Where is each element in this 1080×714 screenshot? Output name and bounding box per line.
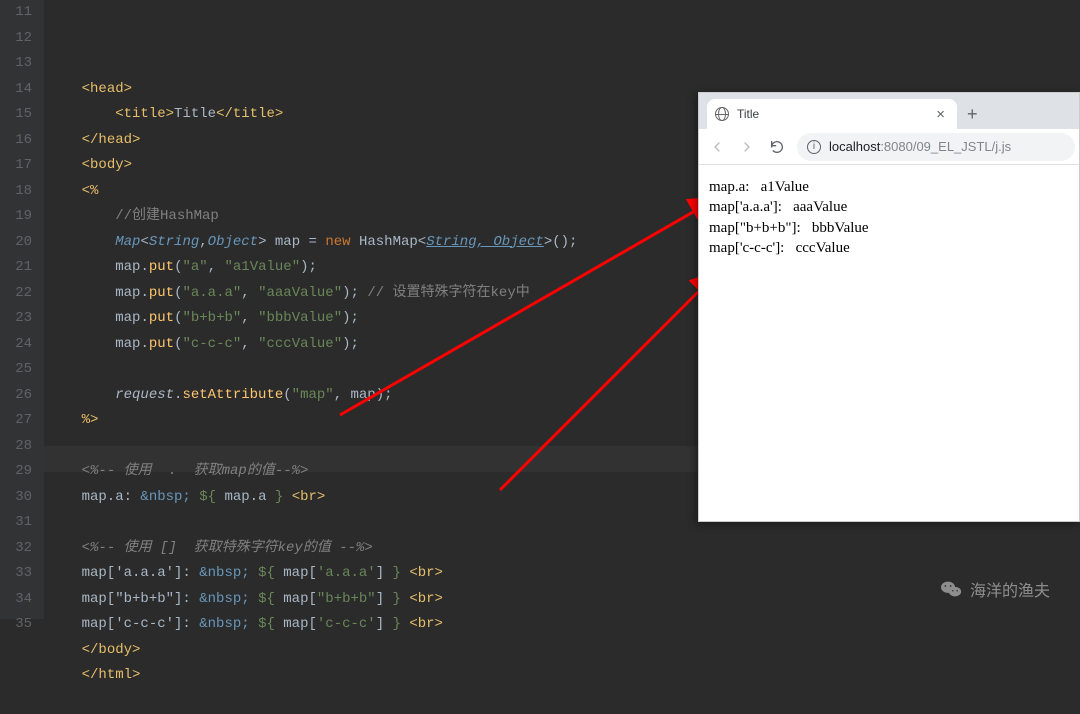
new-tab-button[interactable]: +: [957, 104, 988, 125]
code-line[interactable]: [48, 689, 1080, 714]
watermark: 海洋的渔夫: [941, 577, 1050, 601]
line-number: 11: [8, 0, 32, 26]
watermark-text: 海洋的渔夫: [970, 577, 1050, 601]
line-number: 25: [8, 357, 32, 383]
line-number: 13: [8, 51, 32, 77]
browser-content: map.a: a1Valuemap['a.a.a']: aaaValuemap[…: [699, 165, 1079, 270]
url-host: localhost: [829, 139, 880, 154]
line-number: 35: [8, 612, 32, 638]
tab-title: Title: [737, 107, 932, 121]
line-number: 17: [8, 153, 32, 179]
code-line[interactable]: map['a.a.a']: &nbsp; ${ map['a.a.a'] } <…: [48, 561, 1080, 587]
output-line: map['a.a.a']: aaaValue: [709, 197, 1069, 217]
browser-tab-strip: Title × +: [699, 93, 1079, 129]
url-path: :8080/09_EL_JSTL/j.js: [880, 139, 1011, 154]
line-number: 31: [8, 510, 32, 536]
line-number: 30: [8, 485, 32, 511]
browser-toolbar: i localhost:8080/09_EL_JSTL/j.js: [699, 129, 1079, 165]
line-number: 22: [8, 281, 32, 307]
line-number-gutter: 1112131415161718192021222324252627282930…: [0, 0, 44, 619]
line-number: 21: [8, 255, 32, 281]
code-line[interactable]: map["b+b+b"]: &nbsp; ${ map["b+b+b"] } <…: [48, 587, 1080, 613]
reload-button[interactable]: [763, 133, 791, 161]
line-number: 28: [8, 434, 32, 460]
forward-button[interactable]: [733, 133, 761, 161]
line-number: 19: [8, 204, 32, 230]
line-number: 18: [8, 179, 32, 205]
browser-window: Title × + i localhost:8080/09_EL_JSTL/j.…: [698, 92, 1080, 522]
output-line: map["b+b+b"]: bbbValue: [709, 218, 1069, 238]
url-bar[interactable]: i localhost:8080/09_EL_JSTL/j.js: [797, 133, 1075, 161]
output-line: map.a: a1Value: [709, 177, 1069, 197]
line-number: 15: [8, 102, 32, 128]
code-line[interactable]: </html>: [48, 663, 1080, 689]
output-line: map['c-c-c']: cccValue: [709, 238, 1069, 258]
line-number: 29: [8, 459, 32, 485]
site-info-icon[interactable]: i: [807, 140, 821, 154]
line-number: 12: [8, 26, 32, 52]
line-number: 26: [8, 383, 32, 409]
line-number: 20: [8, 230, 32, 256]
code-line[interactable]: map['c-c-c']: &nbsp; ${ map['c-c-c'] } <…: [48, 612, 1080, 638]
line-number: 33: [8, 561, 32, 587]
wechat-icon: [941, 580, 962, 598]
line-number: 16: [8, 128, 32, 154]
line-number: 34: [8, 587, 32, 613]
globe-icon: [715, 107, 729, 121]
line-number: 32: [8, 536, 32, 562]
browser-tab[interactable]: Title ×: [707, 99, 957, 129]
line-number: 23: [8, 306, 32, 332]
code-line[interactable]: </body>: [48, 638, 1080, 664]
line-number: 14: [8, 77, 32, 103]
line-number: 24: [8, 332, 32, 358]
line-number: 27: [8, 408, 32, 434]
close-tab-icon[interactable]: ×: [932, 106, 949, 123]
code-line[interactable]: <%-- 使用 [] 获取特殊字符key的值 --%>: [48, 536, 1080, 562]
back-button[interactable]: [703, 133, 731, 161]
